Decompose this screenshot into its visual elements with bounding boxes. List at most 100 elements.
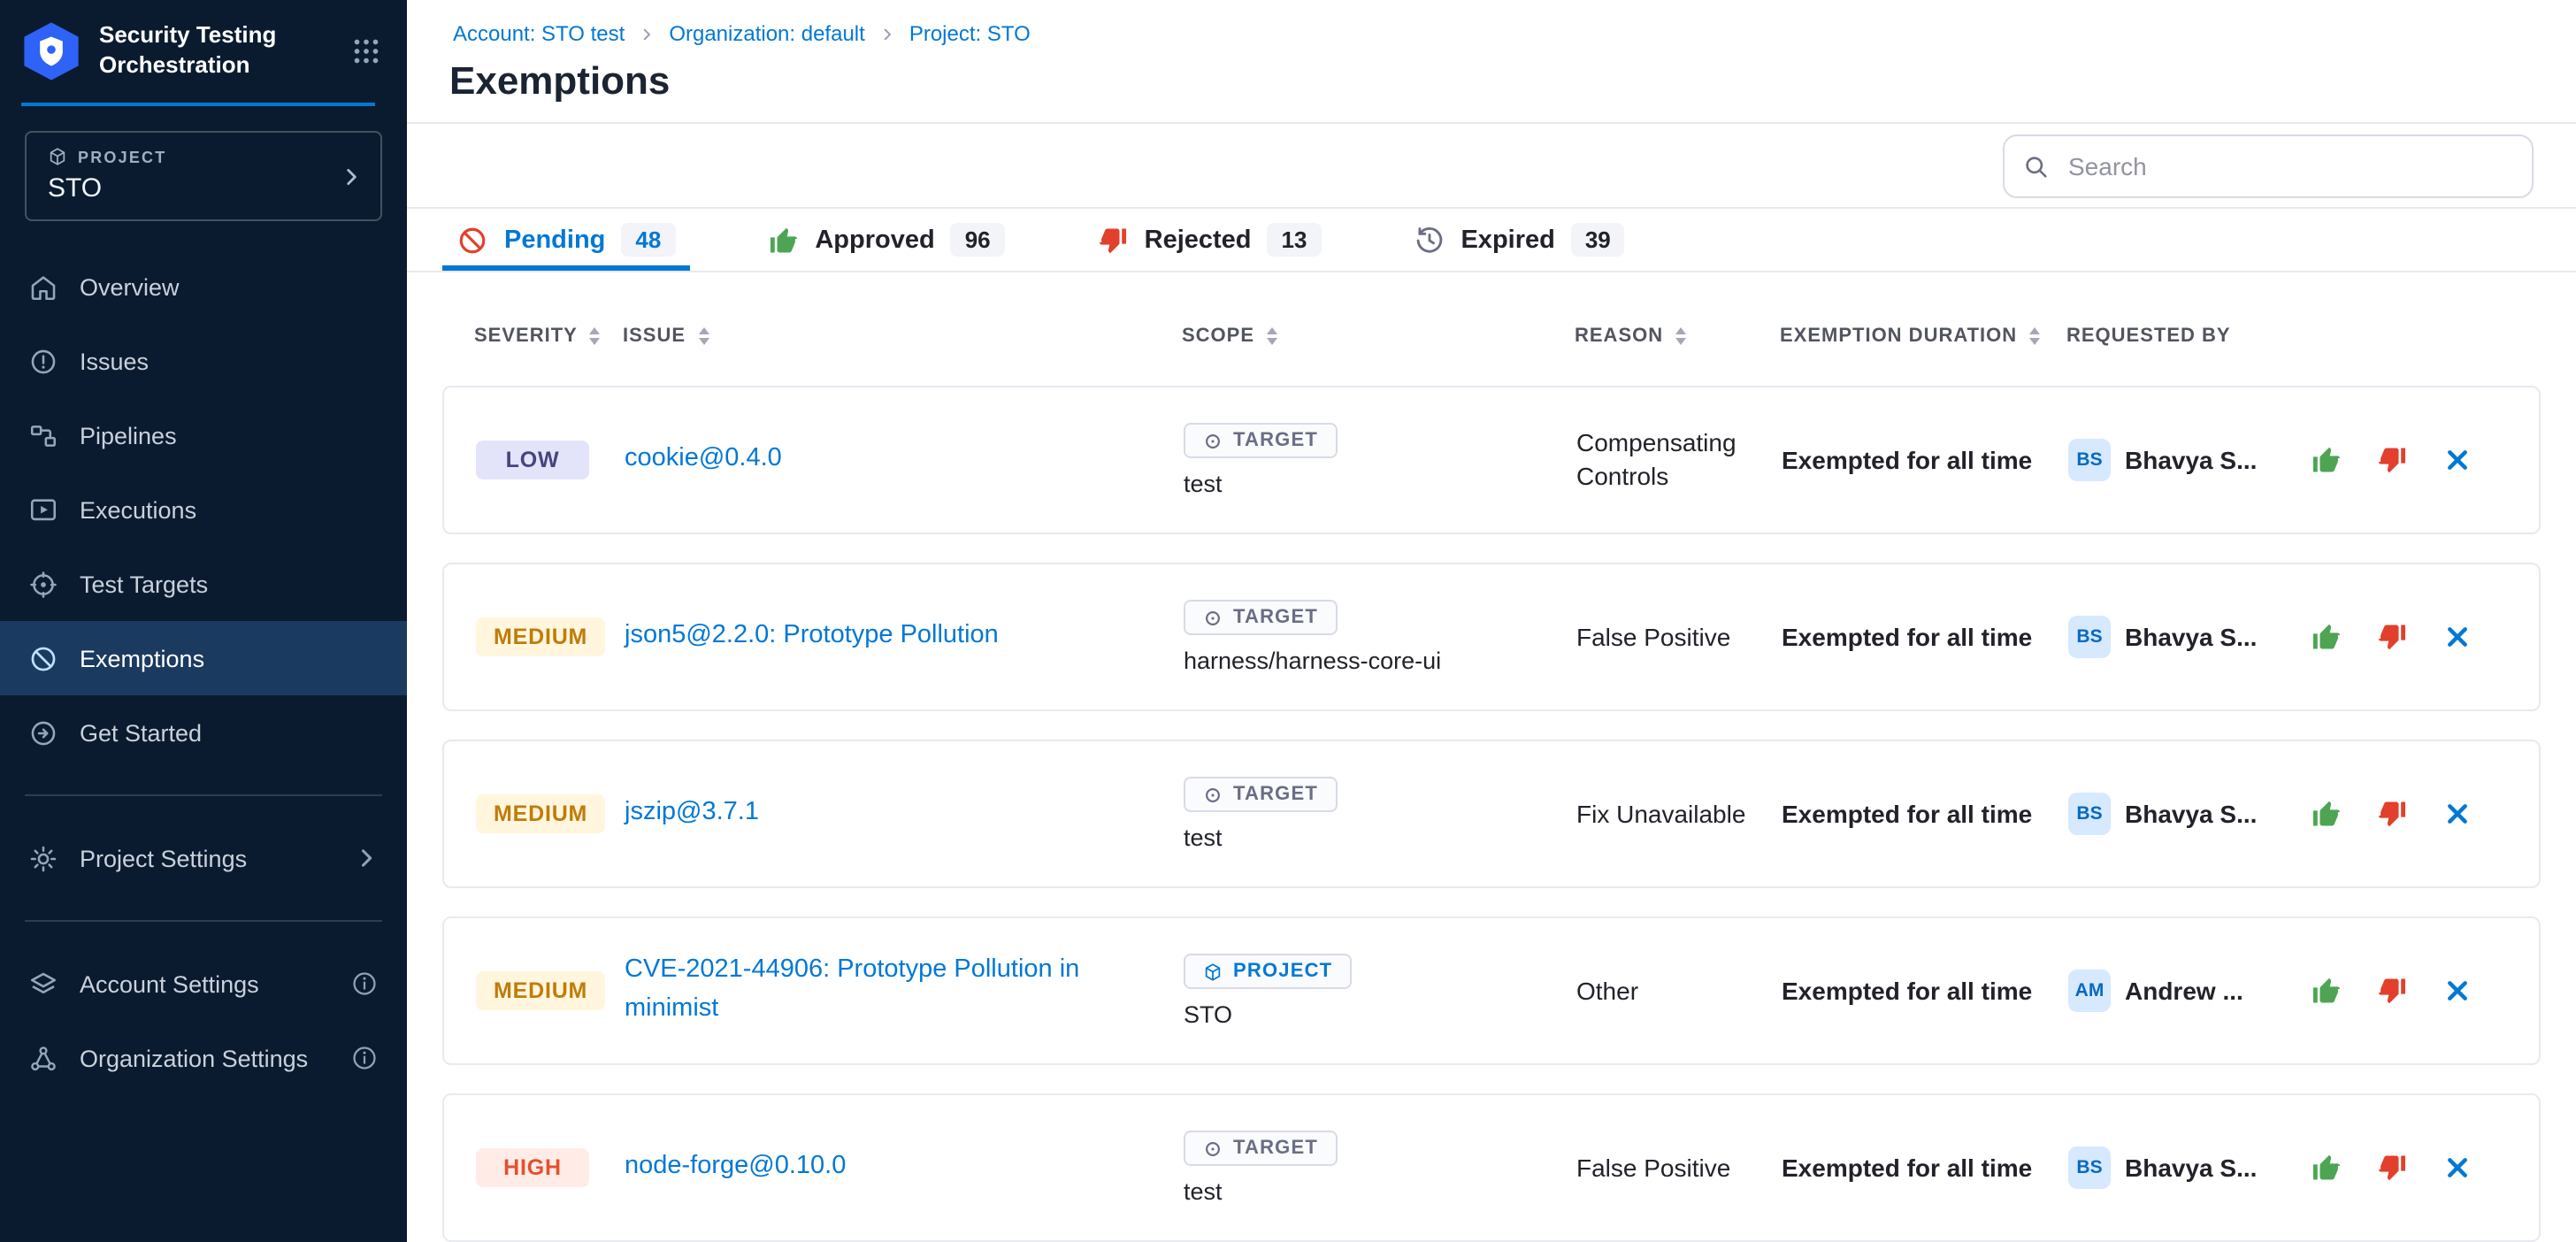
dismiss-button[interactable] [2440, 796, 2475, 832]
divider [25, 794, 382, 796]
sidebar-item-executions[interactable]: Executions [0, 472, 407, 547]
severity-badge: LOW [476, 441, 589, 479]
chevron-right-icon [879, 26, 895, 42]
reject-button[interactable] [2374, 796, 2410, 832]
column-header-label: SEVERITY [474, 326, 578, 347]
reject-button[interactable] [2374, 619, 2410, 655]
table-row: MEDIUM json5@2.2.0: Prototype Pollution … [442, 563, 2541, 711]
column-header-exemption-duration[interactable]: EXEMPTION DURATION [1780, 326, 2066, 347]
breadcrumb-project-link[interactable]: Project: STO [909, 21, 1031, 46]
close-icon [2443, 977, 2472, 1005]
tab-count-badge: 13 [1268, 223, 1322, 257]
tab-bar: Pending 48 Approved 96 Rejected 13 Expir… [407, 209, 2576, 272]
dismiss-button[interactable] [2440, 619, 2475, 655]
issue-link[interactable]: CVE-2021-44906: Prototype Pollution in m… [625, 953, 1184, 1030]
severity-badge: MEDIUM [476, 971, 605, 1010]
app-logo-icon [21, 21, 81, 81]
sidebar-item-get-started[interactable]: Get Started [0, 695, 407, 770]
issue-link[interactable]: jszip@3.7.1 [625, 794, 809, 833]
sidebar-item-project-settings[interactable]: Project Settings [0, 821, 407, 895]
tab-count-badge: 96 [951, 223, 1005, 257]
issue-link[interactable]: json5@2.2.0: Prototype Pollution [625, 617, 1048, 656]
sidebar-item-label: Pipelines [80, 422, 177, 448]
search-input[interactable] [2003, 134, 2534, 197]
thumbs-down-icon [1097, 224, 1129, 256]
sidebar-item-label: Account Settings [80, 970, 259, 997]
tab-pending[interactable]: Pending 48 [456, 209, 675, 271]
column-header-requested-by[interactable]: REQUESTED BY [2066, 326, 2296, 347]
target-dot-icon [1203, 785, 1223, 804]
gear-icon [28, 843, 58, 873]
table-header: SEVERITY ISSUE SCOPE REASON EXEMPTION DU… [407, 272, 2576, 386]
close-icon [2443, 800, 2472, 828]
scope-name: test [1184, 1178, 1223, 1205]
sidebar-item-exemptions[interactable]: Exemptions [0, 621, 407, 695]
scope-type-label: TARGET [1233, 784, 1318, 805]
dismiss-button[interactable] [2440, 973, 2475, 1008]
sidebar-item-test-targets[interactable]: Test Targets [0, 547, 407, 621]
org-icon [28, 1043, 58, 1073]
tab-label: Rejected [1145, 226, 1252, 254]
requester-name: Bhavya S... [2125, 446, 2257, 474]
dismiss-button[interactable] [2440, 442, 2475, 478]
requester-name: Bhavya S... [2125, 623, 2257, 651]
thumbs-up-icon [2311, 444, 2342, 476]
sidebar-main-nav: Overview Issues Pipelines Executions Tes… [0, 249, 407, 770]
sidebar-item-issues[interactable]: Issues [0, 324, 407, 398]
app-header: Security Testing Orchestration [0, 0, 407, 103]
chevron-right-icon [340, 165, 363, 188]
reject-button[interactable] [2374, 973, 2410, 1008]
breadcrumb-account-link[interactable]: Account: STO test [453, 21, 625, 46]
reason: Compensating Controls [1576, 426, 1782, 494]
scope-type-label: PROJECT [1233, 961, 1332, 982]
approve-button[interactable] [2309, 973, 2344, 1008]
accent-bar [21, 103, 375, 106]
sort-icon[interactable] [698, 327, 709, 345]
breadcrumb-organization-link[interactable]: Organization: default [669, 21, 865, 46]
sort-icon[interactable] [590, 327, 601, 345]
apps-grid-icon[interactable] [350, 35, 382, 67]
approve-button[interactable] [2309, 1150, 2344, 1185]
column-header-issue[interactable]: ISSUE [623, 326, 1182, 347]
layers-icon [28, 969, 58, 999]
sidebar-item-pipelines[interactable]: Pipelines [0, 398, 407, 472]
sort-icon[interactable] [1267, 327, 1277, 345]
issue-link[interactable]: cookie@0.4.0 [625, 441, 832, 479]
thumbs-up-icon [2311, 975, 2342, 1007]
reason: False Positive [1576, 1151, 1782, 1184]
sort-icon[interactable] [2029, 327, 2040, 345]
project-selector[interactable]: PROJECT STO [25, 131, 382, 221]
issue-link[interactable]: node-forge@0.10.0 [625, 1148, 895, 1187]
sort-icon[interactable] [1675, 327, 1686, 345]
requester-name: Andrew ... [2125, 977, 2243, 1005]
approve-button[interactable] [2309, 442, 2344, 478]
exemption-duration: Exempted for all time [1782, 623, 2068, 651]
approve-button[interactable] [2309, 796, 2344, 832]
chevron-right-icon [639, 26, 655, 42]
tab-label: Pending [504, 226, 605, 254]
tab-rejected[interactable]: Rejected 13 [1097, 209, 1322, 271]
sidebar-item-overview[interactable]: Overview [0, 249, 407, 324]
get-started-icon [28, 717, 58, 748]
tab-count-badge: 48 [621, 223, 675, 257]
thumbs-down-icon [2376, 621, 2408, 653]
sidebar-item-organization-settings[interactable]: Organization Settings [0, 1021, 407, 1095]
approve-button[interactable] [2309, 619, 2344, 655]
issues-icon [28, 346, 58, 376]
column-header-severity[interactable]: SEVERITY [474, 326, 623, 347]
avatar: BS [2068, 793, 2111, 835]
column-header-scope[interactable]: SCOPE [1182, 326, 1575, 347]
tab-expired[interactable]: Expired 39 [1413, 209, 1624, 271]
history-icon [1413, 224, 1445, 256]
column-header-reason[interactable]: REASON [1575, 326, 1780, 347]
pipelines-icon [28, 420, 58, 450]
reject-button[interactable] [2374, 442, 2410, 478]
sidebar-item-account-settings[interactable]: Account Settings [0, 947, 407, 1021]
tab-approved[interactable]: Approved 96 [767, 209, 1004, 271]
info-icon [350, 1044, 379, 1072]
divider [25, 920, 382, 922]
target-dot-icon [1203, 1138, 1223, 1158]
reject-button[interactable] [2374, 1150, 2410, 1185]
table-row: MEDIUM CVE-2021-44906: Prototype Polluti… [442, 916, 2541, 1065]
dismiss-button[interactable] [2440, 1150, 2475, 1185]
